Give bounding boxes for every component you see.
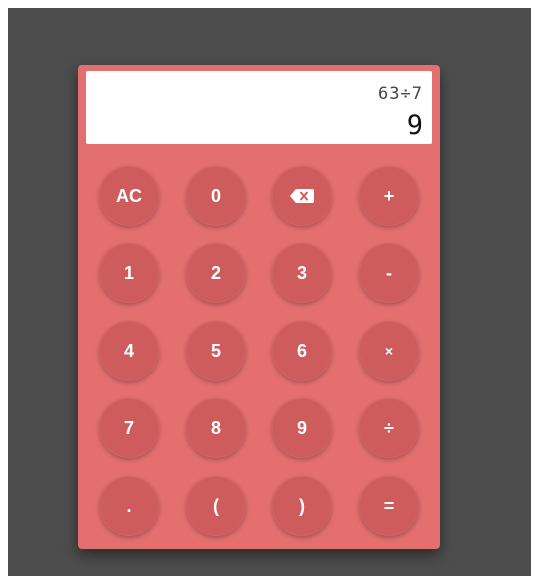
calculator: 63÷7 9 AC 0 + 1 2 3 - 4 5 6 × 7 8 9 ÷ . … <box>78 65 440 549</box>
digit-9-button[interactable]: 9 <box>272 398 332 458</box>
add-button[interactable]: + <box>359 166 419 226</box>
decimal-button[interactable]: . <box>99 476 159 536</box>
digit-4-button[interactable]: 4 <box>99 321 159 381</box>
digit-6-button[interactable]: 6 <box>272 321 332 381</box>
digit-2-button[interactable]: 2 <box>186 243 246 303</box>
backspace-icon <box>290 189 314 203</box>
app-background: 63÷7 9 AC 0 + 1 2 3 - 4 5 6 × 7 8 9 ÷ . … <box>8 8 531 576</box>
equals-button[interactable]: = <box>359 476 419 536</box>
keypad: AC 0 + 1 2 3 - 4 5 6 × 7 8 9 ÷ . () = <box>78 65 440 549</box>
divide-button[interactable]: ÷ <box>359 398 419 458</box>
digit-8-button[interactable]: 8 <box>186 398 246 458</box>
digit-0-button[interactable]: 0 <box>186 166 246 226</box>
digit-5-button[interactable]: 5 <box>186 321 246 381</box>
clear-button[interactable]: AC <box>99 166 159 226</box>
backspace-button[interactable] <box>272 166 332 226</box>
subtract-button[interactable]: - <box>359 243 419 303</box>
digit-7-button[interactable]: 7 <box>99 398 159 458</box>
multiply-button[interactable]: × <box>359 321 419 381</box>
digit-3-button[interactable]: 3 <box>272 243 332 303</box>
digit-1-button[interactable]: 1 <box>99 243 159 303</box>
open-paren-button[interactable]: ( <box>186 476 246 536</box>
close-paren-button[interactable]: ) <box>272 476 332 536</box>
